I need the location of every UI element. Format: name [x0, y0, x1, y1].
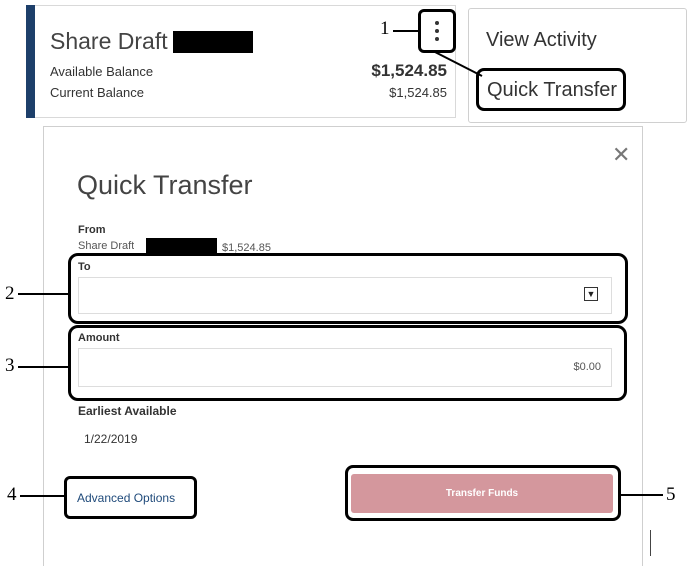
current-balance-label: Current Balance	[50, 85, 144, 100]
to-account-select[interactable]	[78, 277, 612, 314]
callout-line-1	[393, 30, 419, 32]
from-account-name: Share Draft	[78, 240, 135, 252]
earliest-available-label: Earliest Available	[78, 404, 177, 418]
callout-line-5	[621, 494, 663, 496]
from-account-redaction	[146, 238, 217, 254]
from-label: From	[78, 224, 106, 236]
current-balance-value: $1,524.85	[389, 85, 447, 100]
callout-connector-quick-transfer	[434, 51, 483, 77]
account-card-stripe	[26, 5, 35, 118]
modal-title: Quick Transfer	[77, 170, 253, 200]
from-account-balance: $1,524.85	[222, 242, 271, 253]
to-label: To	[78, 261, 91, 273]
available-balance-label: Available Balance	[50, 64, 154, 79]
callout-line-4	[20, 495, 64, 497]
modal-edge-line	[650, 530, 651, 556]
menu-item-view-activity[interactable]: View Activity	[486, 29, 597, 52]
account-number-redaction	[173, 31, 253, 53]
chevron-down-icon[interactable]: ▼	[584, 287, 598, 301]
callout-line-2	[18, 293, 68, 295]
transfer-funds-button[interactable]: Transfer Funds	[351, 474, 613, 513]
advanced-options-link[interactable]: Advanced Options	[77, 491, 175, 505]
callout-number-2: 2	[5, 283, 15, 304]
amount-label: Amount	[78, 332, 120, 344]
kebab-menu-icon[interactable]	[418, 9, 456, 53]
account-name: Share Draft	[50, 28, 168, 54]
callout-number-1: 1	[380, 18, 390, 39]
earliest-available-date: 1/22/2019	[84, 432, 138, 446]
callout-number-4: 4	[7, 484, 17, 505]
amount-input[interactable]: $0.00	[78, 348, 612, 387]
close-icon[interactable]: ✕	[612, 144, 630, 166]
callout-number-5: 5	[666, 484, 676, 505]
menu-item-quick-transfer[interactable]: Quick Transfer	[476, 68, 627, 111]
callout-line-3	[18, 366, 68, 368]
callout-number-3: 3	[5, 355, 15, 376]
